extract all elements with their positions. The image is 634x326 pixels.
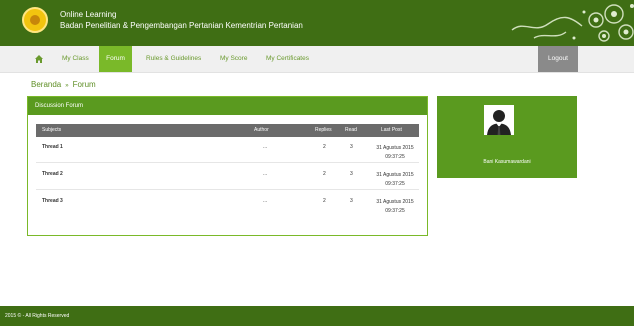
thread-replies: 2: [323, 198, 326, 204]
column-replies: Replies: [315, 127, 332, 133]
column-last-post: Last Post: [381, 127, 402, 133]
column-read: Read: [345, 127, 357, 133]
column-author: Author: [254, 127, 269, 133]
breadcrumb-separator: »: [65, 83, 69, 89]
site-title: Online Learning: [60, 10, 117, 19]
thread-replies: 2: [323, 171, 326, 177]
thread-replies: 2: [323, 144, 326, 150]
forum-panel-title: Discussion Forum: [28, 97, 427, 115]
header: Online Learning Badan Penelitian & Penge…: [0, 0, 634, 46]
last-post-date: 31 Agustus 2015: [376, 145, 414, 151]
table-row[interactable]: Thread 1 ... 2 3 31 Agustus 2015 09:37:2…: [36, 140, 419, 163]
table-row[interactable]: Thread 2 ... 2 3 31 Agustus 2015 09:37:2…: [36, 167, 419, 190]
thread-subject-link[interactable]: Thread 3: [42, 198, 63, 204]
logout-button[interactable]: Logout: [538, 46, 578, 72]
column-subjects: Subjects: [42, 127, 62, 133]
profile-name: Bani Kasumawardani: [483, 159, 531, 165]
thread-subject-link[interactable]: Thread 2: [42, 171, 63, 177]
thread-last-post: 31 Agustus 2015 09:37:25: [372, 198, 418, 216]
breadcrumb-current: Forum: [72, 80, 96, 89]
thread-author: ...: [263, 171, 268, 177]
last-post-time: 09:37:25: [385, 181, 405, 187]
nav-item-my-score[interactable]: My Score: [220, 46, 247, 72]
thread-last-post: 31 Agustus 2015 09:37:25: [372, 171, 418, 189]
thread-read: 3: [350, 171, 353, 177]
ministry-logo: [22, 7, 48, 33]
nav-item-forum[interactable]: Forum: [99, 46, 132, 72]
last-post-time: 09:37:25: [385, 208, 405, 214]
nav-item-rules-guidelines[interactable]: Rules & Guidelines: [146, 46, 201, 72]
breadcrumb: Beranda » Forum: [31, 80, 96, 89]
last-post-date: 31 Agustus 2015: [376, 172, 414, 178]
thread-last-post: 31 Agustus 2015 09:37:25: [372, 144, 418, 162]
breadcrumb-home-link[interactable]: Beranda: [31, 80, 61, 89]
thread-subject-link[interactable]: Thread 1: [42, 144, 63, 150]
nav-item-my-class[interactable]: My Class: [62, 46, 89, 72]
footer: 2015 © - All Rights Reserved: [0, 306, 634, 326]
floral-ornament: [511, 4, 634, 42]
thread-author: ...: [263, 198, 268, 204]
profile-card: Bani Kasumawardani: [437, 96, 577, 178]
table-header: Subjects Author Replies Read Last Post: [36, 124, 419, 137]
last-post-time: 09:37:25: [385, 154, 405, 160]
site-subtitle: Badan Penelitian & Pengembangan Pertania…: [60, 21, 303, 30]
thread-read: 3: [350, 198, 353, 204]
last-post-date: 31 Agustus 2015: [376, 199, 414, 205]
user-silhouette-icon: [487, 110, 511, 135]
table-row[interactable]: Thread 3 ... 2 3 31 Agustus 2015 09:37:2…: [36, 194, 419, 216]
thread-read: 3: [350, 144, 353, 150]
thread-author: ...: [263, 144, 268, 150]
forum-panel: Discussion Forum Subjects Author Replies…: [27, 96, 428, 236]
home-icon[interactable]: [34, 54, 44, 64]
avatar: [484, 105, 514, 135]
main-nav: My Class Forum Rules & Guidelines My Sco…: [0, 46, 634, 73]
nav-item-my-certificates[interactable]: My Certificates: [266, 46, 309, 72]
